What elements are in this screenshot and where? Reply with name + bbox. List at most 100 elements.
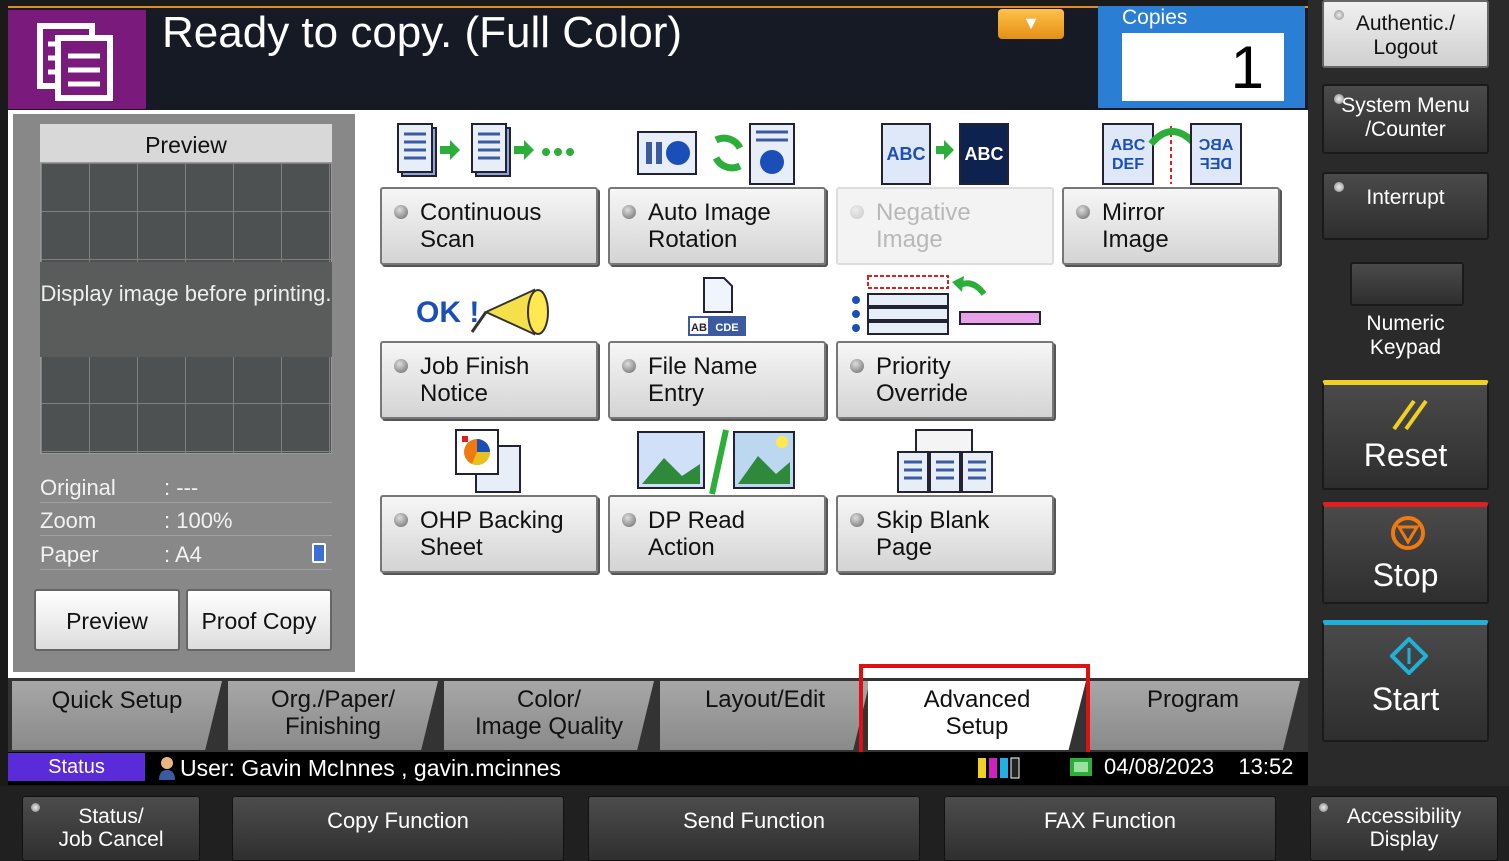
status-job-cancel-button[interactable]: Status/ Job Cancel bbox=[22, 796, 200, 861]
numeric-keypad-label: Numeric Keypad bbox=[1366, 312, 1445, 359]
chevron-down-icon[interactable]: ▼ bbox=[998, 9, 1064, 39]
tab-org-paper-finishing[interactable]: Org./Paper/ Finishing bbox=[228, 681, 438, 750]
stop-button[interactable]: Stop bbox=[1322, 502, 1489, 604]
copy-function-button[interactable]: Copy Function bbox=[232, 796, 564, 861]
negative-image-button[interactable]: Negative Image bbox=[836, 187, 1054, 265]
svg-text:CDE: CDE bbox=[715, 322, 738, 334]
mirror-image-button[interactable]: Mirror Image bbox=[1062, 187, 1280, 265]
authentication-logout-button[interactable]: Authentic./ Logout bbox=[1322, 0, 1489, 68]
proof-copy-button[interactable]: Proof Copy bbox=[186, 589, 332, 651]
fax-function-button[interactable]: FAX Function bbox=[944, 796, 1276, 861]
current-date: 04/08/2023 bbox=[1104, 754, 1215, 779]
reset-icon bbox=[1388, 397, 1428, 436]
skip-blank-page-button[interactable]: Skip Blank Page bbox=[836, 495, 1054, 573]
fax-memory-icon bbox=[1068, 756, 1094, 778]
paper-info-row: Paper : A4 bbox=[40, 538, 332, 570]
paper-size-icon bbox=[312, 543, 326, 563]
indicator-light bbox=[850, 513, 864, 527]
selection-highlight bbox=[859, 664, 1090, 756]
system-menu-counter-button[interactable]: System Menu /Counter bbox=[1322, 84, 1489, 154]
mirror-image-icon: ABC DEF ABC DEF bbox=[1101, 122, 1246, 191]
indicator-light bbox=[622, 205, 636, 219]
ohp-backing-sheet-button[interactable]: OHP Backing Sheet bbox=[380, 495, 598, 573]
skip-blank-icon bbox=[896, 428, 996, 499]
negative-image-label: Negative Image bbox=[876, 199, 971, 253]
copies-count-field[interactable]: 1 bbox=[1122, 33, 1284, 101]
system-menu-counter-label: System Menu /Counter bbox=[1341, 94, 1470, 141]
svg-text:ABC: ABC bbox=[887, 144, 926, 164]
indicator-light bbox=[394, 205, 408, 219]
authentication-logout-label: Authentic./ Logout bbox=[1355, 12, 1456, 59]
fax-function-label: FAX Function bbox=[1043, 808, 1177, 833]
svg-text:ABC: ABC bbox=[1198, 137, 1233, 154]
indicator-light bbox=[1076, 205, 1090, 219]
current-time: 13:52 bbox=[1238, 754, 1294, 779]
accessibility-display-label: Accessibility Display bbox=[1346, 805, 1462, 851]
svg-text:AB: AB bbox=[691, 322, 707, 334]
dp-read-icon bbox=[636, 428, 801, 501]
accessibility-display-button[interactable]: Accessibility Display bbox=[1310, 796, 1498, 861]
skip-blank-page-label: Skip Blank Page bbox=[876, 507, 990, 561]
auto-image-rotation-button[interactable]: Auto Image Rotation bbox=[608, 187, 826, 265]
zoom-label: Zoom bbox=[40, 508, 97, 533]
indicator-light bbox=[1334, 94, 1344, 104]
preview-placeholder-text: Display image before printing. bbox=[40, 262, 332, 357]
tab-layout-edit[interactable]: Layout/Edit bbox=[660, 681, 870, 750]
tab-quick-setup-label: Quick Setup bbox=[51, 687, 183, 714]
svg-text:DEF: DEF bbox=[1112, 156, 1144, 173]
svg-text:OK !: OK ! bbox=[416, 296, 479, 329]
mirror-image-label: Mirror Image bbox=[1102, 199, 1169, 253]
indicator-light bbox=[1334, 10, 1344, 20]
indicator-light bbox=[850, 359, 864, 373]
job-finish-notice-button[interactable]: Job Finish Notice bbox=[380, 341, 598, 419]
indicator-light bbox=[850, 205, 864, 219]
start-button[interactable]: Start bbox=[1322, 620, 1489, 742]
user-icon bbox=[158, 756, 176, 780]
send-function-button[interactable]: Send Function bbox=[588, 796, 920, 861]
file-name-entry-button[interactable]: File Name Entry bbox=[608, 341, 826, 419]
dp-read-action-button[interactable]: DP Read Action bbox=[608, 495, 826, 573]
paper-label: Paper bbox=[40, 542, 99, 567]
paper-value: : A4 bbox=[164, 542, 202, 567]
indicator-light bbox=[622, 359, 636, 373]
tab-quick-setup[interactable]: Quick Setup bbox=[12, 681, 222, 750]
indicator-light bbox=[31, 803, 40, 812]
tab-layout-edit-label: Layout/Edit bbox=[704, 686, 826, 713]
status-badge[interactable]: Status bbox=[8, 753, 145, 781]
send-function-label: Send Function bbox=[683, 808, 825, 833]
indicator-light bbox=[622, 513, 636, 527]
tab-color-image-quality-label: Color/ Image Quality bbox=[474, 686, 624, 740]
stop-icon bbox=[1390, 515, 1426, 556]
continuous-scan-label: Continuous Scan bbox=[420, 199, 542, 253]
preview-heading: Preview bbox=[40, 124, 332, 162]
date-time: 04/08/2023 13:52 bbox=[1104, 753, 1293, 781]
negative-image-icon: ABC ABC bbox=[880, 122, 1010, 191]
zoom-info-row: Zoom : 100% bbox=[40, 504, 332, 536]
original-info-row: Original : --- bbox=[40, 471, 332, 503]
preview-button[interactable]: Preview bbox=[34, 589, 180, 651]
copies-label: Copies bbox=[1122, 6, 1188, 29]
tab-program[interactable]: Program bbox=[1086, 681, 1300, 750]
interrupt-button[interactable]: Interrupt bbox=[1322, 172, 1489, 240]
reset-button[interactable]: Reset bbox=[1322, 380, 1489, 490]
tab-program-label: Program bbox=[1146, 686, 1240, 713]
auto-image-rotation-label: Auto Image Rotation bbox=[648, 199, 771, 253]
stop-label: Stop bbox=[1372, 557, 1439, 593]
indicator-light bbox=[1334, 182, 1344, 192]
continuous-scan-button[interactable]: Continuous Scan bbox=[380, 187, 598, 265]
priority-override-button[interactable]: Priority Override bbox=[836, 341, 1054, 419]
copy-function-label: Copy Function bbox=[327, 808, 469, 833]
megaphone-icon: OK ! bbox=[416, 286, 566, 343]
original-value: : --- bbox=[164, 475, 199, 500]
dp-read-action-label: DP Read Action bbox=[648, 507, 745, 561]
start-label: Start bbox=[1371, 681, 1440, 717]
logged-in-user: User: Gavin McInnes , gavin.mcinnes bbox=[180, 755, 561, 781]
rotation-icon bbox=[636, 122, 801, 191]
indicator-light bbox=[394, 359, 408, 373]
status-job-cancel-label: Status/ Job Cancel bbox=[58, 805, 164, 851]
priority-override-label: Priority Override bbox=[876, 353, 969, 407]
ohp-icon bbox=[454, 428, 526, 499]
tab-color-image-quality[interactable]: Color/ Image Quality bbox=[444, 681, 654, 750]
numeric-keypad-button[interactable] bbox=[1350, 262, 1464, 306]
indicator-light bbox=[1319, 803, 1328, 812]
